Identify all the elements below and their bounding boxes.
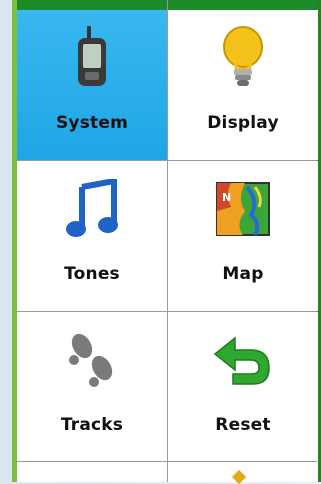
menu-item-tracks[interactable]: Tracks [17, 312, 167, 462]
reset-arrow-icon [168, 324, 318, 396]
handheld-gps-icon [17, 22, 167, 94]
menu-item-partial[interactable] [17, 462, 167, 482]
menu-item-label: Reset [215, 415, 271, 435]
menu-item-display[interactable]: Display [168, 10, 318, 160]
menu-item-label: Display [207, 113, 279, 133]
menu-item-label: Tones [64, 264, 120, 284]
map-icon: N [168, 173, 318, 245]
menu-item-label: Tracks [60, 415, 124, 435]
menu-item-label: System [55, 113, 128, 133]
music-note-icon [17, 173, 167, 245]
menu-item-tones[interactable]: Tones [17, 161, 167, 311]
menu-column-divider [167, 0, 168, 482]
lightbulb-icon [168, 22, 318, 94]
menu-item-reset[interactable]: Reset [168, 312, 318, 462]
svg-text:N: N [222, 191, 231, 204]
menu-item-partial[interactable] [168, 462, 318, 484]
menu-item-map[interactable]: N Map [168, 161, 318, 311]
menu-item-system[interactable]: System [17, 10, 167, 160]
menu-item-label: Map [222, 264, 264, 284]
footprints-icon [17, 324, 167, 396]
